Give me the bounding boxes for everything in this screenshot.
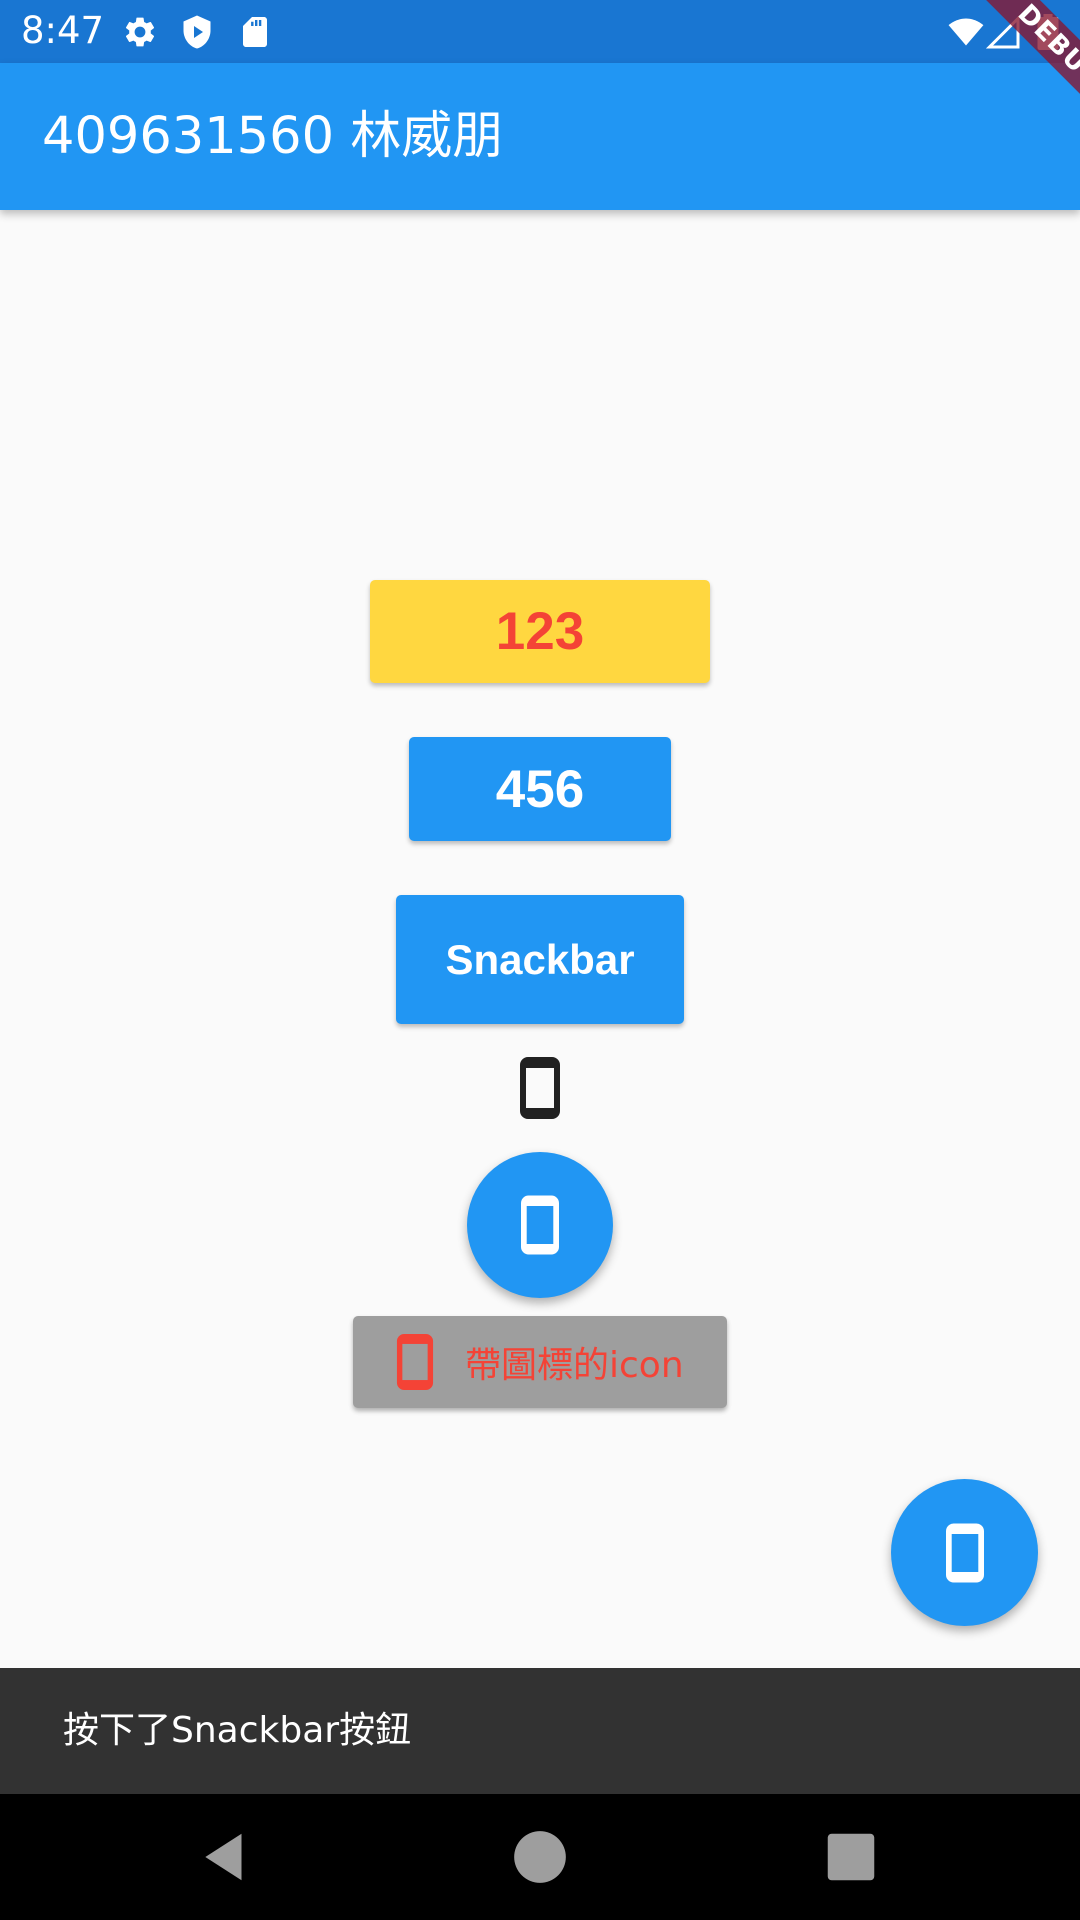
wifi-icon [948,18,984,46]
phone-icon [396,1334,434,1390]
app-title: 409631560 林威朋 [42,107,504,166]
battery-icon [1037,14,1059,50]
app-bar: 409631560 林威朋 [0,63,1080,210]
sd-card-icon [243,17,267,47]
home-icon[interactable] [509,1826,571,1888]
button-123[interactable]: 123 [370,580,710,683]
snackbar: 按下了Snackbar按鈕 [0,1668,1080,1794]
snackbar-button[interactable]: Snackbar [396,895,684,1024]
icon-label-button[interactable]: 帶圖標的icon [353,1316,727,1408]
gear-icon [125,17,155,47]
phone-icon [520,1057,560,1119]
shield-play-icon [183,15,211,49]
phone-icon [521,1195,559,1255]
phone-icon [945,1523,984,1582]
button-456[interactable]: 456 [409,737,671,841]
back-icon[interactable] [195,1826,257,1888]
center-fab-button[interactable] [467,1152,613,1298]
status-bar: 8:47 [0,0,1080,63]
recents-icon[interactable] [820,1826,882,1888]
signal-icon [985,14,1020,49]
snackbar-message: 按下了Snackbar按鈕 [63,1710,412,1751]
status-time: 8:47 [21,9,105,52]
navigation-bar [0,1794,1080,1920]
floating-action-button[interactable] [891,1479,1038,1626]
icon-button-label: 帶圖標的icon [465,1345,684,1386]
